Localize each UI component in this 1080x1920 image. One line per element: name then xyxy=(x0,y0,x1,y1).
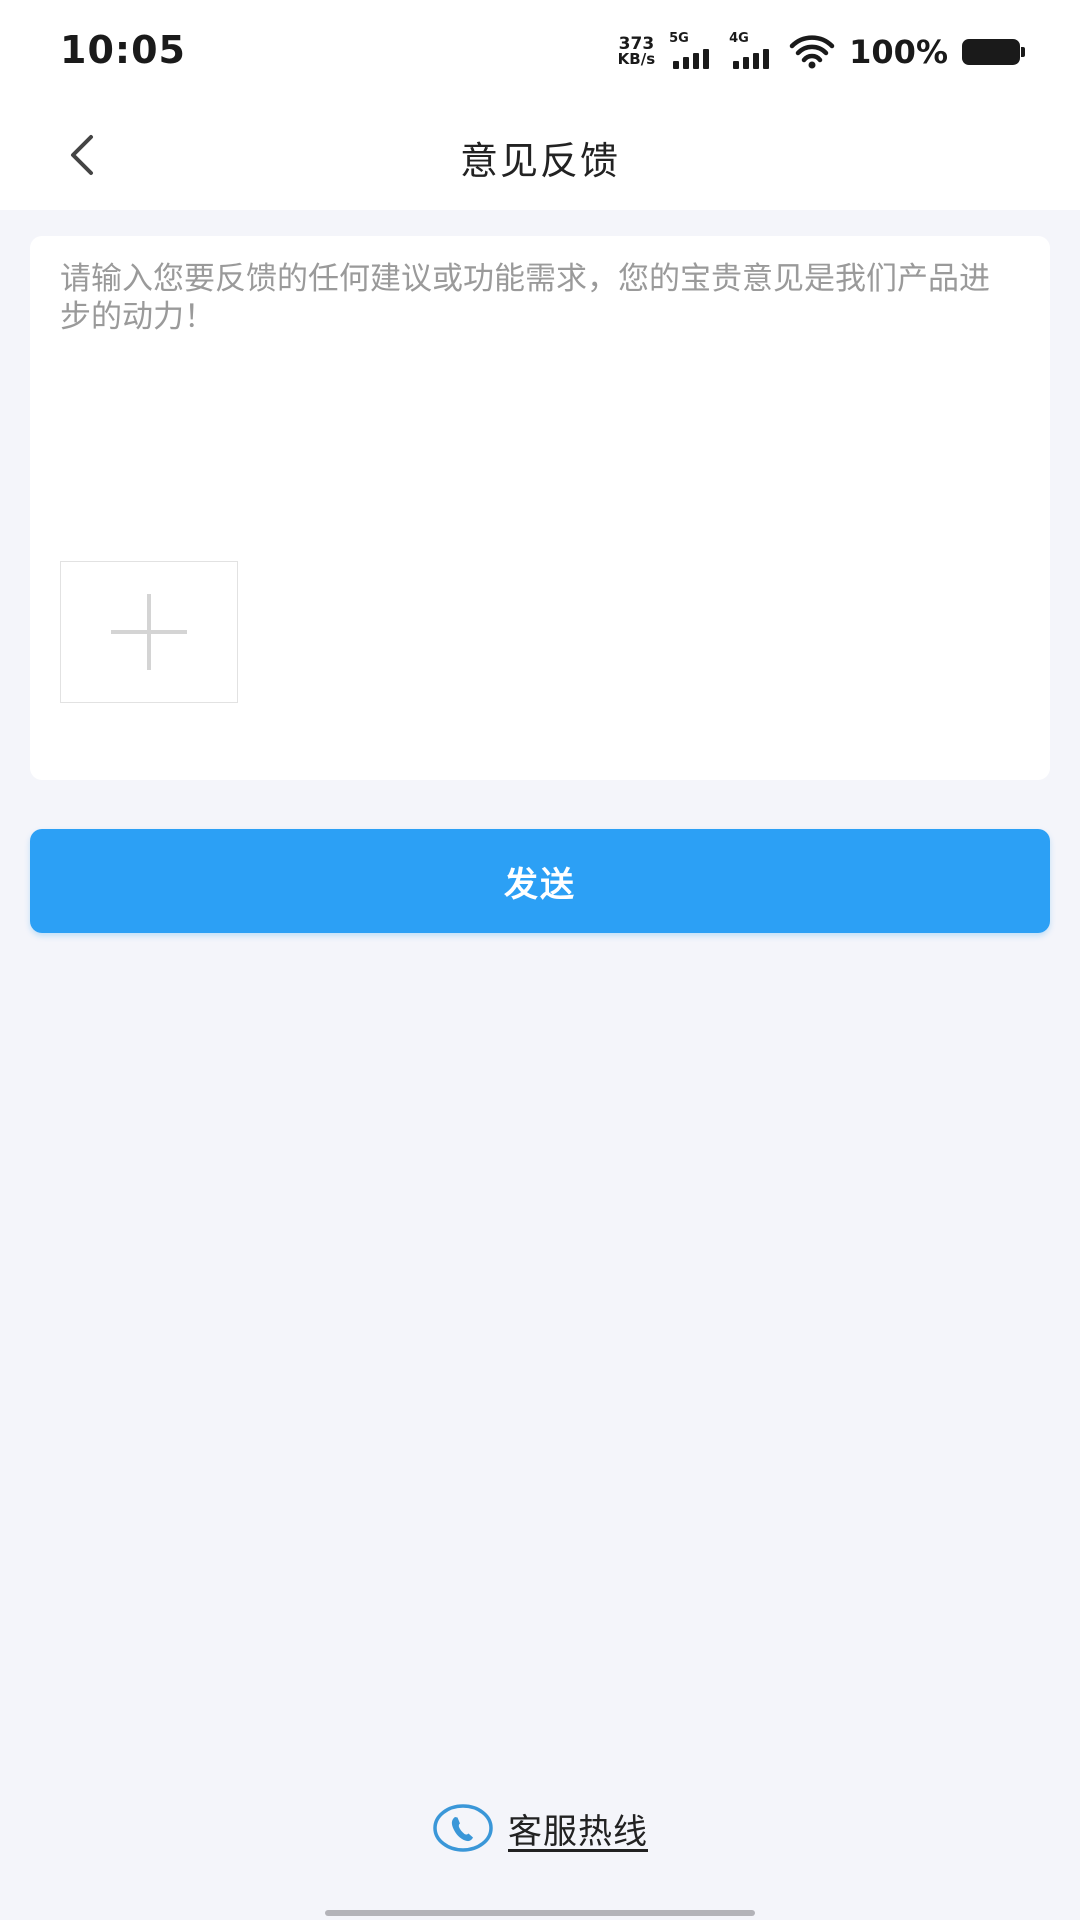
cellular-5g-icon: 5G xyxy=(669,31,715,71)
page-title: 意见反馈 xyxy=(459,139,620,183)
nav-bar: 意见反馈 xyxy=(0,100,1080,210)
cellular-4g-label: 4G xyxy=(729,31,749,46)
hotline-link[interactable]: 客服热线 xyxy=(0,1802,1080,1854)
battery-percent: 100% xyxy=(849,33,948,71)
network-speed: 373 KB/s xyxy=(617,36,656,68)
send-button[interactable]: 发送 xyxy=(30,829,1050,933)
cellular-4g-icon: 4G xyxy=(729,31,775,71)
network-speed-unit: KB/s xyxy=(617,50,656,68)
status-icons: 373 KB/s 5G 4G 100% xyxy=(617,30,1025,74)
phone-icon xyxy=(433,1804,493,1852)
plus-icon xyxy=(111,594,187,670)
feedback-input[interactable] xyxy=(60,260,1020,540)
wifi-icon xyxy=(789,35,835,69)
battery-icon xyxy=(962,39,1025,65)
status-time: 10:05 xyxy=(60,28,186,72)
hotline-label: 客服热线 xyxy=(508,1811,648,1852)
cellular-5g-label: 5G xyxy=(669,31,689,46)
add-image-button[interactable] xyxy=(60,561,238,703)
feedback-card xyxy=(30,236,1050,780)
gesture-bar[interactable] xyxy=(325,1910,755,1916)
status-bar: 10:05 373 KB/s 5G 4G 100% xyxy=(0,0,1080,100)
